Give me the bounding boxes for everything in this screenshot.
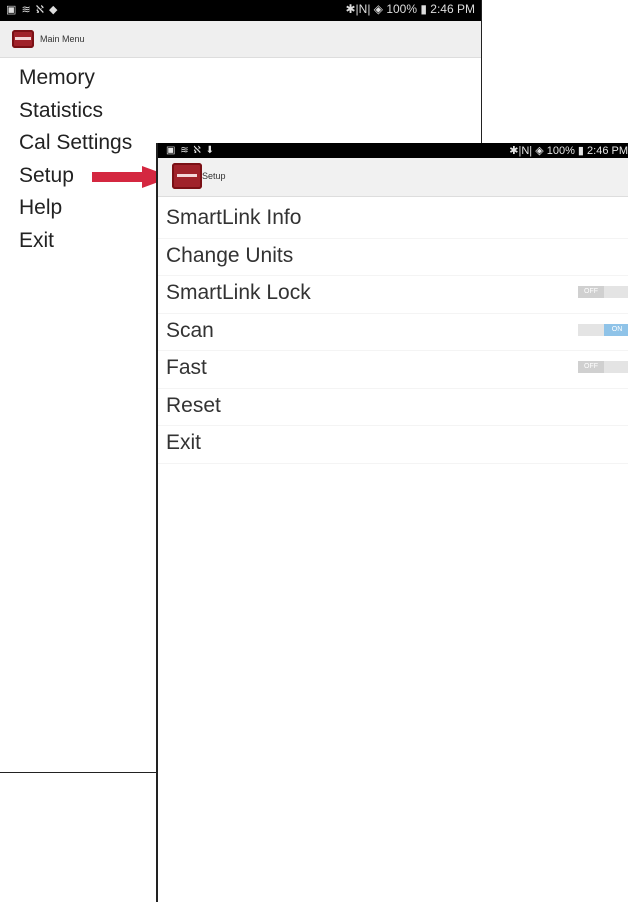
- menu-item-help[interactable]: Help: [19, 194, 132, 227]
- menu-item-smartlink-info[interactable]: SmartLink Info: [158, 201, 628, 239]
- app-logo-icon[interactable]: [172, 163, 202, 189]
- toggle-state-label: ON: [604, 323, 628, 336]
- status-bar: ▣ ≋ ℵ ⬇ ✱|N| ◈ 100% ▮ 2:46 PM: [158, 143, 628, 158]
- menu-item-smartlink-lock[interactable]: SmartLink Lock OFF: [158, 276, 628, 314]
- menu-item-label: Scan: [166, 318, 214, 342]
- menu-item-label: Exit: [166, 431, 202, 454]
- menu-item-statistics[interactable]: Statistics: [19, 97, 132, 130]
- setup-menu-list: SmartLink Info Change Units SmartLink Lo…: [158, 201, 628, 464]
- app-bar-title: Setup: [202, 171, 226, 181]
- menu-item-exit[interactable]: Exit: [158, 426, 628, 464]
- menu-item-scan[interactable]: Scan ON: [158, 314, 628, 351]
- menu-item-label: SmartLink Info: [166, 206, 302, 229]
- menu-item-memory[interactable]: Memory: [19, 64, 132, 97]
- status-icons-left: ▣ ≋ ℵ ⬇: [166, 145, 215, 156]
- menu-item-reset[interactable]: Reset: [158, 389, 628, 426]
- main-menu-list: Memory Statistics Cal Settings Setup Hel…: [19, 64, 132, 259]
- toggle-state-label: OFF: [578, 286, 604, 298]
- app-bar-title: Main Menu: [40, 34, 85, 44]
- menu-item-fast[interactable]: Fast OFF: [158, 351, 628, 389]
- scan-toggle[interactable]: ON: [578, 323, 628, 336]
- menu-item-label: Reset: [166, 393, 221, 417]
- menu-item-change-units[interactable]: Change Units: [158, 239, 628, 276]
- app-logo-icon[interactable]: [12, 30, 34, 48]
- status-bar: ▣ ≋ ℵ ◆ ✱|N| ◈ 100% ▮ 2:46 PM: [0, 0, 481, 21]
- menu-item-label: Change Units: [166, 243, 294, 267]
- app-bar: Setup: [158, 158, 628, 197]
- menu-item-label: Fast: [166, 356, 207, 379]
- app-bar: Main Menu: [0, 21, 481, 58]
- menu-item-label: SmartLink Lock: [166, 281, 311, 304]
- menu-item-exit[interactable]: Exit: [19, 227, 132, 260]
- menu-item-cal-settings[interactable]: Cal Settings: [19, 129, 132, 162]
- status-icons-right: ✱|N| ◈ 100% ▮ 2:46 PM: [509, 145, 628, 157]
- smartlink-lock-toggle[interactable]: OFF: [578, 286, 628, 298]
- toggle-state-label: OFF: [578, 361, 604, 373]
- setup-screen: ▣ ≋ ℵ ⬇ ✱|N| ◈ 100% ▮ 2:46 PM Setup Smar…: [156, 143, 628, 902]
- status-icons-left: ▣ ≋ ℵ ◆: [6, 4, 59, 16]
- fast-toggle[interactable]: OFF: [578, 361, 628, 373]
- status-icons-right: ✱|N| ◈ 100% ▮ 2:46 PM: [345, 2, 475, 16]
